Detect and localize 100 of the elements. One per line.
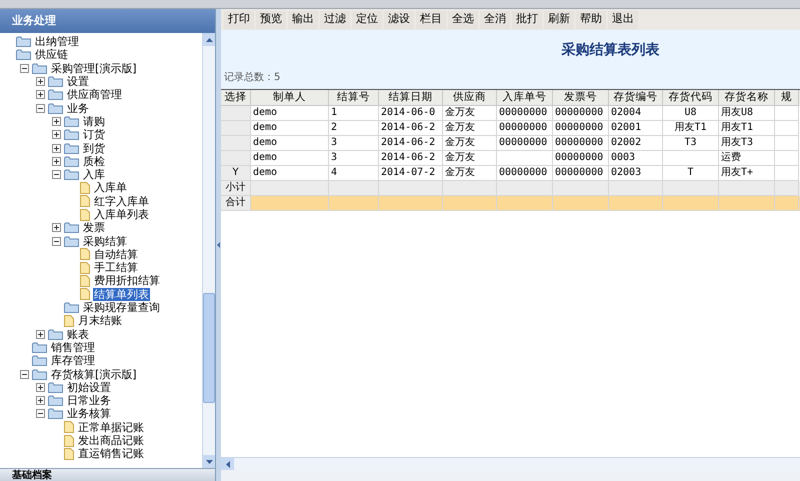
collapse-toggle[interactable] <box>52 236 61 246</box>
tree-item[interactable]: 红字入库单 <box>93 194 150 208</box>
toolbar-button[interactable]: 全选 <box>448 10 478 28</box>
folder-icon <box>48 382 63 393</box>
tree-item[interactable]: 发票 <box>82 221 106 234</box>
tree-item[interactable]: 直运销售记账 <box>77 447 145 460</box>
tree-item[interactable]: 正常单据记账 <box>77 420 145 434</box>
folder-icon <box>48 408 63 420</box>
down-arrow-icon <box>206 460 212 464</box>
table-cell <box>497 196 553 211</box>
table-cell <box>719 196 775 211</box>
tree-item[interactable]: 存货核算[演示版] <box>50 368 138 381</box>
table-cell: 合计 <box>221 196 251 211</box>
tree-item[interactable]: 请购 <box>82 114 106 128</box>
expand-toggle[interactable] <box>36 396 45 406</box>
tree-item[interactable]: 入库 <box>82 168 106 182</box>
vertical-scrollbar[interactable] <box>202 33 215 468</box>
tree-item[interactable]: 出纳管理 <box>34 35 80 48</box>
panel-title: 基础档案 <box>12 470 52 480</box>
tree-item[interactable]: 日常业务 <box>66 394 112 408</box>
document-icon <box>80 195 90 208</box>
collapse-toggle[interactable] <box>36 104 45 113</box>
tree-item[interactable]: 手工结算 <box>93 261 139 274</box>
record-count: 记录总数：5 <box>224 70 282 85</box>
table-cell: Y <box>221 166 251 181</box>
tree-item[interactable]: 到货 <box>82 142 106 155</box>
folder-icon <box>64 156 79 167</box>
tree-item[interactable]: 业务核算 <box>66 407 112 420</box>
collapse-toggle[interactable] <box>20 370 29 379</box>
document-icon <box>80 208 90 220</box>
folder-icon <box>64 236 79 247</box>
expand-toggle[interactable] <box>52 130 61 140</box>
panel-header[interactable]: 基础档案 <box>0 468 215 481</box>
horizontal-scrollbar[interactable] <box>221 457 800 470</box>
scrollbar-thumb[interactable] <box>203 293 215 403</box>
tree-item[interactable]: 供应链 <box>34 48 69 62</box>
tree-item[interactable]: 业务 <box>66 102 90 115</box>
toolbar-button[interactable]: 栏目 <box>416 10 446 28</box>
toolbar-button[interactable]: 输出 <box>288 10 318 28</box>
left-arrow-icon <box>226 460 230 468</box>
expand-toggle[interactable] <box>36 330 45 339</box>
tree-item[interactable]: 发出商品记账 <box>77 434 145 448</box>
document-icon <box>64 448 74 460</box>
folder-icon <box>64 222 79 234</box>
document-icon <box>80 288 90 300</box>
folder-icon <box>16 36 31 48</box>
expand-toggle[interactable] <box>52 223 61 232</box>
folder-icon <box>32 342 47 353</box>
tree-item[interactable]: 采购现存量查询 <box>82 301 161 314</box>
table-cell <box>609 196 663 211</box>
document-icon <box>64 314 74 327</box>
expand-toggle[interactable] <box>52 156 61 166</box>
tree-item[interactable]: 供应商管理 <box>66 88 123 102</box>
toolbar-button[interactable]: 退出 <box>608 10 638 28</box>
tree-item[interactable]: 订货 <box>82 128 106 142</box>
folder-icon <box>64 302 79 314</box>
tree-item[interactable]: 销售管理 <box>50 340 96 354</box>
expand-toggle[interactable] <box>52 144 61 153</box>
table-cell <box>221 151 251 166</box>
collapse-toggle[interactable] <box>20 64 29 73</box>
collapse-toggle[interactable] <box>52 170 61 180</box>
table-cell <box>775 196 799 211</box>
table-cell <box>329 196 379 211</box>
tree-item[interactable]: 采购结算 <box>82 234 128 248</box>
folder-icon <box>64 116 79 127</box>
expand-toggle[interactable] <box>36 77 45 86</box>
tree-item[interactable]: 质检 <box>82 154 106 168</box>
folder-icon <box>48 395 63 406</box>
toolbar-button[interactable]: 全消 <box>480 10 510 28</box>
document-icon <box>80 262 90 274</box>
toolbar-button[interactable]: 帮助 <box>576 10 606 28</box>
collapse-toggle[interactable] <box>36 409 45 418</box>
tree-item[interactable]: 入库单 <box>93 181 128 194</box>
toolbar-button[interactable]: 预览 <box>256 10 286 28</box>
table-cell <box>553 196 609 211</box>
toolbar-button[interactable]: 过滤 <box>320 10 350 28</box>
toolbar-button[interactable]: 刷新 <box>544 10 574 28</box>
tree-item[interactable]: 账表 <box>66 328 90 341</box>
toolbar-button[interactable]: 批打 <box>512 10 542 28</box>
table-cell <box>443 196 497 211</box>
expand-toggle[interactable] <box>36 382 45 392</box>
table-cell <box>663 196 719 211</box>
expand-toggle[interactable] <box>52 116 61 126</box>
expand-toggle[interactable] <box>36 90 45 100</box>
left-arrow-icon <box>217 242 220 248</box>
tree-item[interactable]: 库存管理 <box>50 354 96 368</box>
document-icon <box>64 434 74 447</box>
tree-item[interactable]: 设置 <box>66 75 90 88</box>
document-icon <box>80 248 90 260</box>
table-cell: 小计 <box>221 181 251 196</box>
toolbar-button[interactable]: 打印 <box>224 10 254 28</box>
tree-item[interactable]: 采购管理[演示版] <box>50 62 138 75</box>
toolbar-button[interactable]: 滤设 <box>384 10 414 28</box>
tree-item[interactable]: 月末结账 <box>77 314 123 328</box>
tree-item[interactable]: 结算单列表 <box>93 288 150 301</box>
tree-item[interactable]: 入库单列表 <box>93 208 150 221</box>
toolbar-button[interactable]: 定位 <box>352 10 382 28</box>
tree-item[interactable]: 初始设置 <box>66 380 112 394</box>
tree-item[interactable]: 费用折扣结算 <box>93 274 161 288</box>
tree-item[interactable]: 自动结算 <box>93 248 139 261</box>
